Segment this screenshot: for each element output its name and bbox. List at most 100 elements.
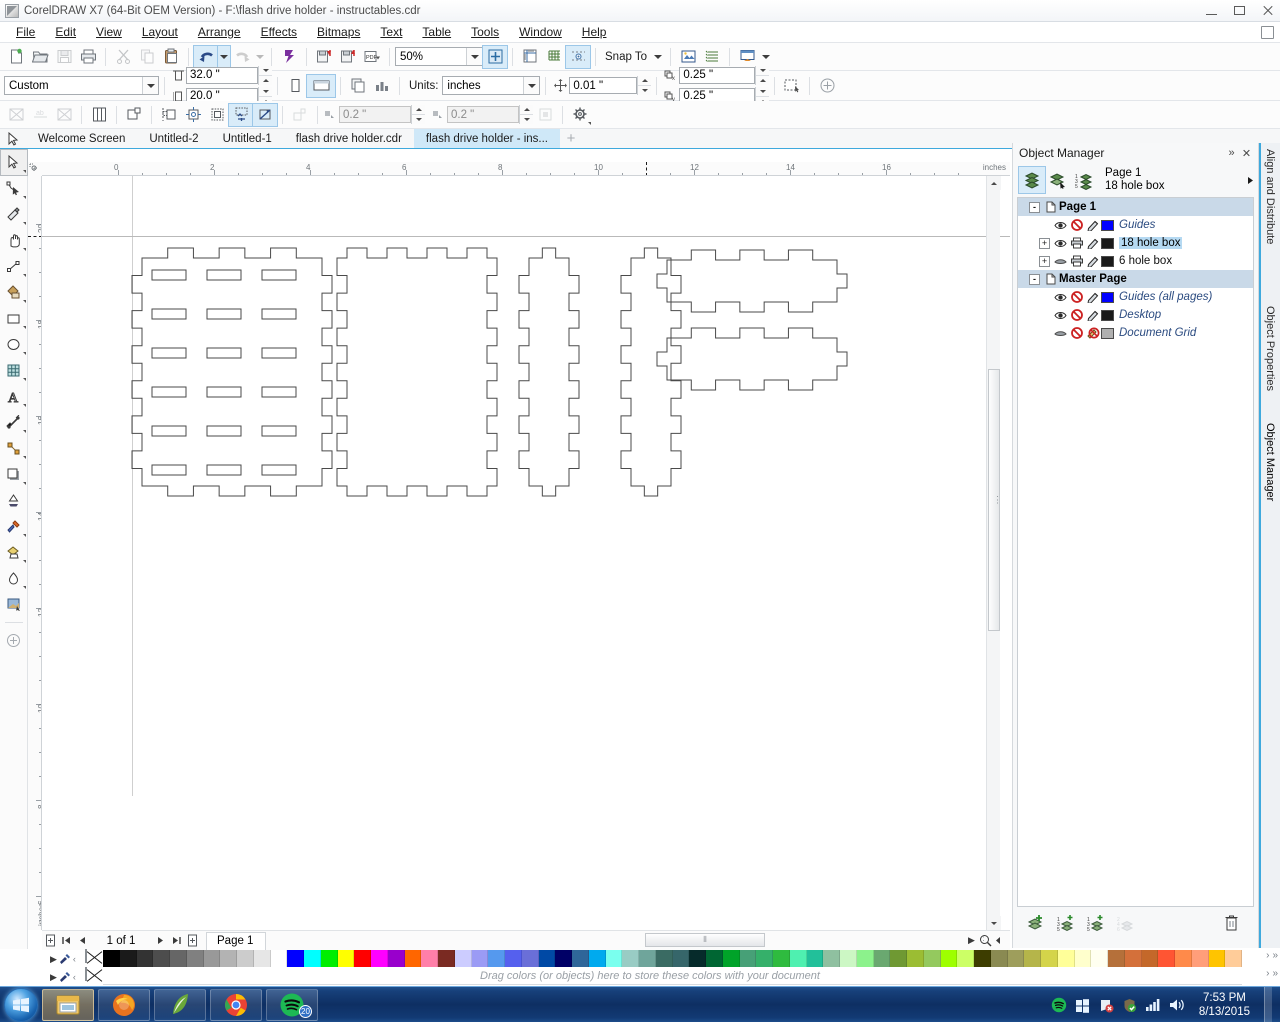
- layer-color-swatch[interactable]: [1101, 219, 1114, 231]
- color-swatch[interactable]: [237, 950, 254, 967]
- color-swatch[interactable]: [1074, 950, 1092, 967]
- new-master-layer-even-button[interactable]: 135: [1083, 909, 1109, 935]
- eye-hidden-icon[interactable]: [1053, 254, 1068, 268]
- docker-flyout-arrow-icon[interactable]: [1242, 176, 1258, 185]
- gear-settings-button[interactable]: [568, 104, 592, 126]
- hole-slot-3[interactable]: [261, 269, 297, 281]
- menu-help[interactable]: Help: [572, 23, 617, 41]
- color-swatch[interactable]: [287, 950, 304, 967]
- pencil-edit-icon[interactable]: [1085, 254, 1100, 268]
- color-swatch[interactable]: [203, 950, 221, 967]
- menu-window[interactable]: Window: [509, 23, 572, 41]
- layer-tree-label[interactable]: Guides: [1119, 219, 1155, 231]
- taskbar-item-google-chrome[interactable]: [210, 988, 262, 1021]
- color-swatch[interactable]: [907, 950, 924, 967]
- undo-button[interactable]: [193, 44, 219, 69]
- layer-tree-layer-row[interactable]: Document Grid: [1018, 324, 1253, 342]
- color-swatch[interactable]: [789, 950, 807, 967]
- color-swatch[interactable]: [1124, 950, 1142, 967]
- export-button[interactable]: [336, 46, 360, 68]
- show-rulers-button[interactable]: [518, 46, 542, 68]
- document-tab-untitled-1[interactable]: Untitled-1: [211, 129, 284, 148]
- layer-tree-layer-row[interactable]: Desktop: [1018, 306, 1253, 324]
- palette-expand-row2[interactable]: ›»: [1266, 968, 1278, 979]
- parallel-dimension-tool[interactable]: [1, 410, 27, 435]
- layer-color-swatch[interactable]: [1101, 291, 1114, 303]
- vertical-ruler[interactable]: 20181614121086inches: [28, 176, 42, 930]
- chevron-down-icon[interactable]: [466, 48, 482, 65]
- eye-visible-icon[interactable]: [1053, 308, 1068, 322]
- color-swatch[interactable]: [220, 950, 237, 967]
- color-swatch[interactable]: [505, 950, 522, 967]
- color-swatch[interactable]: [739, 950, 757, 967]
- color-swatch[interactable]: [354, 950, 371, 967]
- menu-effects[interactable]: Effects: [251, 23, 307, 41]
- layer-tree-label[interactable]: Desktop: [1119, 309, 1161, 321]
- panel-18-hole-large[interactable]: [131, 247, 333, 497]
- new-layer-button[interactable]: [1023, 909, 1049, 935]
- menu-text[interactable]: Text: [370, 23, 412, 41]
- add-tool-button[interactable]: [1, 628, 27, 653]
- taskbar-item-coreldraw[interactable]: [154, 988, 206, 1021]
- flyout-arrow-icon[interactable]: [22, 534, 26, 537]
- color-swatch[interactable]: [940, 950, 958, 967]
- show-object-properties-button[interactable]: [1018, 166, 1046, 194]
- smart-fill-tool[interactable]: [1, 280, 27, 305]
- chevron-down-icon[interactable]: [523, 77, 540, 94]
- application-launcher-dropdown[interactable]: [759, 46, 773, 68]
- color-swatch[interactable]: [1191, 950, 1209, 967]
- hole-slot-17[interactable]: [206, 464, 242, 476]
- palette-left-arrow-2[interactable]: ‹: [73, 972, 76, 982]
- color-swatch[interactable]: [488, 950, 505, 967]
- hole-slot-11[interactable]: [206, 386, 242, 398]
- menu-arrange[interactable]: Arrange: [188, 23, 251, 41]
- straight-line-connector-tool[interactable]: [1, 436, 27, 461]
- layer-tree-layer-row[interactable]: Guides: [1018, 216, 1253, 234]
- eye-hidden-icon[interactable]: [1053, 326, 1068, 340]
- redo-button[interactable]: [230, 46, 254, 68]
- layer-tree-layer-row[interactable]: Guides (all pages): [1018, 288, 1253, 306]
- flyout-arrow-icon[interactable]: [22, 404, 26, 407]
- redo-dropdown[interactable]: [254, 46, 266, 68]
- transform-size-button[interactable]: [228, 102, 254, 127]
- panel-top-strip-1[interactable]: [656, 249, 848, 313]
- layer-color-swatch[interactable]: [1101, 309, 1114, 321]
- color-swatch[interactable]: [1057, 950, 1075, 967]
- color-swatch[interactable]: [1024, 950, 1041, 967]
- add-more-buttons-icon[interactable]: [815, 75, 839, 97]
- duplicate-distance-x-input[interactable]: 0.25 ": [679, 66, 756, 84]
- menu-table[interactable]: Table: [412, 23, 461, 41]
- delete-layer-button[interactable]: [1218, 909, 1244, 935]
- color-swatch[interactable]: [706, 950, 723, 967]
- color-swatch[interactable]: [253, 950, 271, 967]
- color-swatch[interactable]: [823, 950, 840, 967]
- scroll-up-button[interactable]: [987, 176, 1001, 190]
- hole-slot-2[interactable]: [206, 269, 242, 281]
- treat-all-objects-as-filled-button[interactable]: [780, 75, 804, 97]
- flyout-arrow-icon[interactable]: [588, 121, 591, 125]
- previous-page-button[interactable]: [74, 932, 90, 950]
- copy-button[interactable]: [135, 46, 159, 68]
- hole-slot-8[interactable]: [206, 347, 242, 359]
- color-swatch[interactable]: [387, 950, 405, 967]
- eyedropper-icon-2[interactable]: [59, 971, 71, 983]
- page-width-spinner[interactable]: [258, 65, 272, 85]
- docker-tab-object-properties[interactable]: Object Properties: [1259, 300, 1280, 397]
- print-button[interactable]: [76, 46, 100, 68]
- color-swatch[interactable]: [722, 950, 740, 967]
- flyout-arrow-icon[interactable]: [22, 430, 26, 433]
- eye-visible-icon[interactable]: [1053, 236, 1068, 250]
- layer-tree-layer-row[interactable]: +18 hole box: [1018, 234, 1253, 252]
- color-swatch[interactable]: [773, 950, 790, 967]
- taskbar-item-firefox[interactable]: [98, 988, 150, 1021]
- layer-tree[interactable]: - Page 1 Guides +18 hole box +6 hole box - Mas…: [1017, 197, 1254, 907]
- columns-button[interactable]: [87, 104, 111, 126]
- color-swatch[interactable]: [103, 950, 120, 967]
- palette-expand-row1[interactable]: ›»: [1266, 950, 1278, 961]
- volume-icon[interactable]: [1169, 998, 1185, 1012]
- color-swatch[interactable]: [672, 950, 690, 967]
- text-tool[interactable]: A: [1, 384, 27, 409]
- drop-shadow-tool[interactable]: [1, 462, 27, 487]
- pick-tool-indicator[interactable]: [0, 129, 26, 148]
- panel-side-narrow-1[interactable]: [518, 247, 580, 497]
